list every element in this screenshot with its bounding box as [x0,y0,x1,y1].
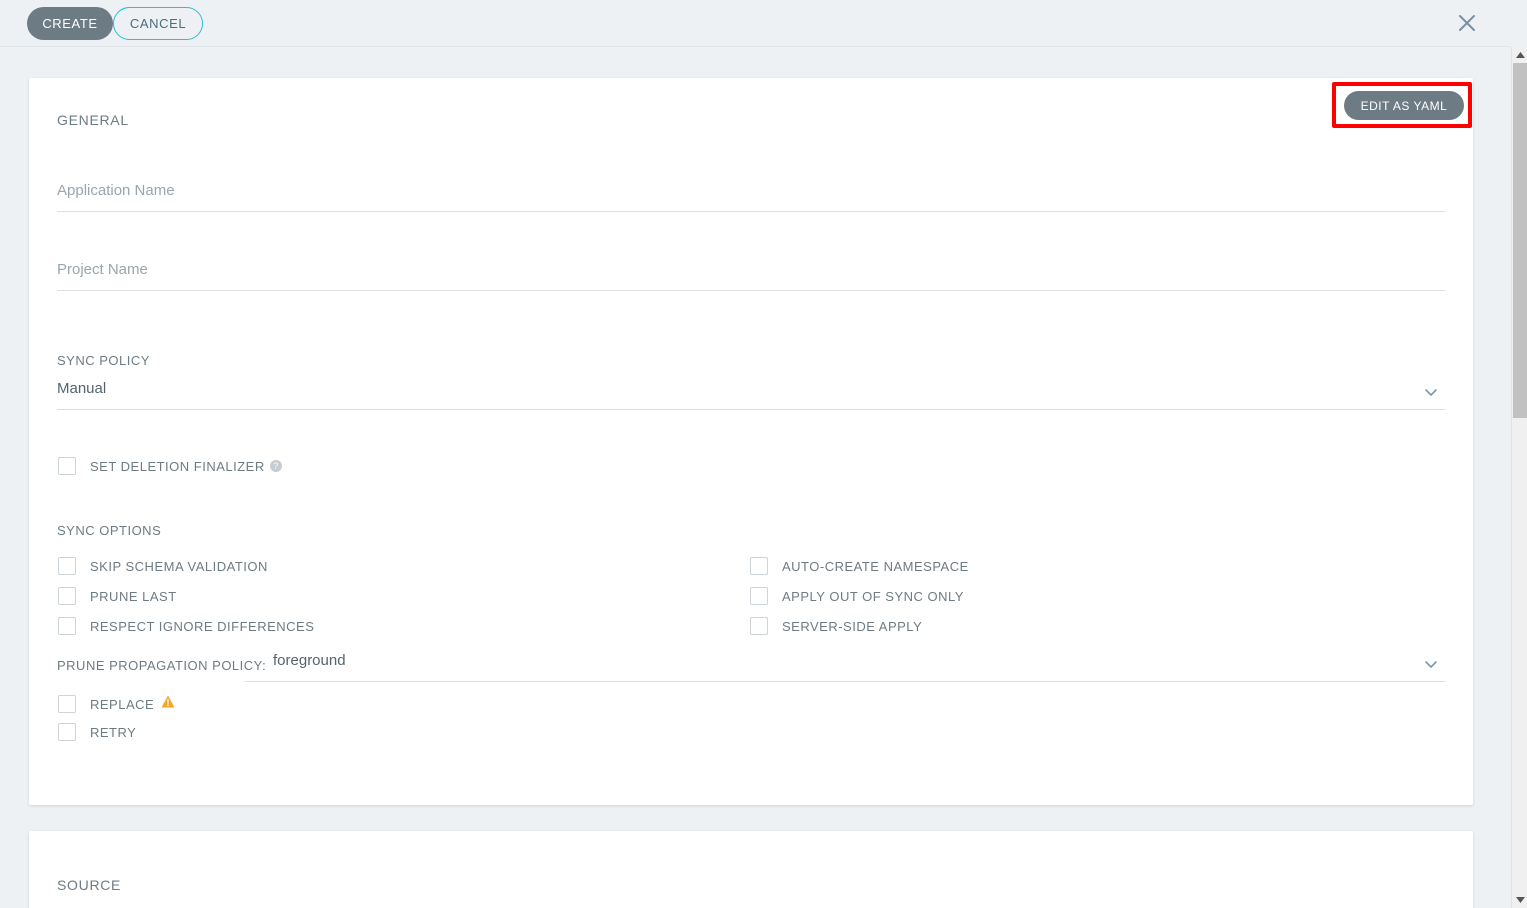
close-icon[interactable] [1452,8,1482,38]
auto-create-namespace-row[interactable]: AUTO-CREATE NAMESPACE [750,557,969,575]
create-button[interactable]: CREATE [27,7,113,40]
respect-ignore-differences-checkbox[interactable] [58,617,76,635]
vertical-scrollbar[interactable] [1511,47,1527,908]
chevron-down-icon[interactable] [1423,656,1441,674]
replace-label: REPLACE [90,697,154,712]
set-deletion-finalizer-row[interactable]: SET DELETION FINALIZER ? [58,457,282,475]
replace-row[interactable]: REPLACE [58,695,175,713]
sync-policy-label: SYNC POLICY [57,353,150,368]
apply-out-of-sync-only-checkbox[interactable] [750,587,768,605]
edit-as-yaml-highlight: EDIT AS YAML [1332,82,1472,128]
form-viewport: GENERAL EDIT AS YAML SYNC POLICY Manual … [0,47,1511,908]
application-name-field[interactable] [57,178,1445,212]
top-toolbar: CREATE CANCEL [0,0,1511,47]
source-section-title: SOURCE [57,877,121,893]
source-card: SOURCE [29,831,1473,908]
apply-out-of-sync-only-label: APPLY OUT OF SYNC ONLY [782,589,964,604]
sync-policy-value: Manual [57,380,106,397]
server-side-apply-row[interactable]: SERVER-SIDE APPLY [750,617,922,635]
prune-last-label: PRUNE LAST [90,589,177,604]
prune-propagation-policy-value: foreground [273,652,346,669]
help-icon[interactable]: ? [270,460,282,472]
chevron-down-icon[interactable] [1423,384,1441,402]
cancel-button[interactable]: CANCEL [113,7,203,40]
general-card: GENERAL EDIT AS YAML SYNC POLICY Manual … [29,78,1473,805]
retry-label: RETRY [90,725,136,740]
sync-options-label: SYNC OPTIONS [57,523,161,538]
project-name-field[interactable] [57,257,1445,291]
set-deletion-finalizer-checkbox[interactable] [58,457,76,475]
server-side-apply-label: SERVER-SIDE APPLY [782,619,922,634]
application-name-input[interactable] [57,182,1445,199]
skip-schema-validation-row[interactable]: SKIP SCHEMA VALIDATION [58,557,268,575]
retry-row[interactable]: RETRY [58,723,136,741]
sync-policy-select[interactable]: Manual [57,378,1445,410]
auto-create-namespace-label: AUTO-CREATE NAMESPACE [782,559,969,574]
project-name-input[interactable] [57,261,1445,278]
set-deletion-finalizer-label: SET DELETION FINALIZER [90,459,265,474]
scroll-up-arrow[interactable] [1512,47,1527,63]
apply-out-of-sync-only-row[interactable]: APPLY OUT OF SYNC ONLY [750,587,964,605]
edit-as-yaml-button[interactable]: EDIT AS YAML [1344,91,1464,120]
replace-checkbox[interactable] [58,695,76,713]
scroll-down-arrow[interactable] [1512,892,1527,908]
scrollbar-thumb[interactable] [1513,63,1527,418]
respect-ignore-differences-label: RESPECT IGNORE DIFFERENCES [90,619,314,634]
warning-icon [161,695,175,713]
prune-last-row[interactable]: PRUNE LAST [58,587,177,605]
skip-schema-validation-checkbox[interactable] [58,557,76,575]
respect-ignore-differences-row[interactable]: RESPECT IGNORE DIFFERENCES [58,617,314,635]
server-side-apply-checkbox[interactable] [750,617,768,635]
prune-propagation-policy-select[interactable]: foreground [245,650,1445,682]
auto-create-namespace-checkbox[interactable] [750,557,768,575]
retry-checkbox[interactable] [58,723,76,741]
prune-propagation-policy-label: PRUNE PROPAGATION POLICY: [57,658,266,673]
skip-schema-validation-label: SKIP SCHEMA VALIDATION [90,559,268,574]
general-section-title: GENERAL [57,112,129,128]
prune-last-checkbox[interactable] [58,587,76,605]
